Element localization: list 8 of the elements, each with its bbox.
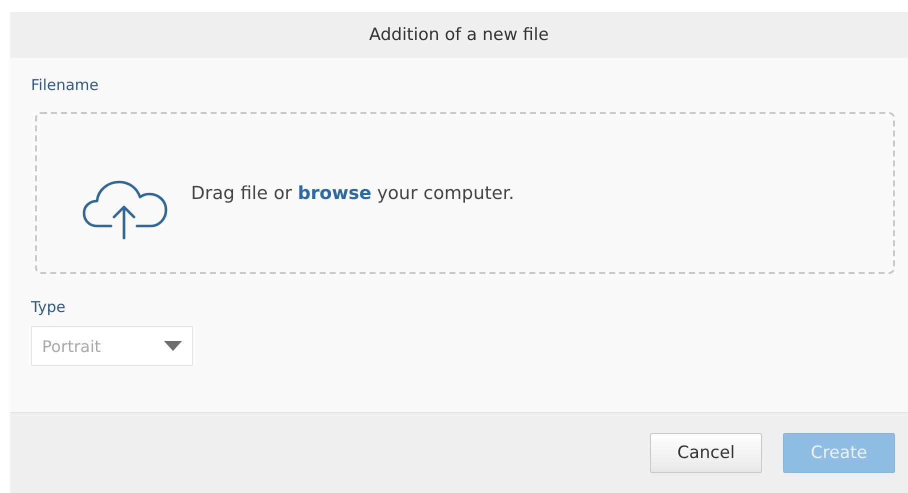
field-label: Filename [31,76,99,94]
browse-link[interactable]: browse [298,182,372,204]
field-label: Type [31,298,66,316]
caret-icon [164,341,182,351]
cancel-button[interactable]: Cancel [650,433,762,473]
drop-prompt: Drag file or browse your computer. [191,182,514,204]
drop-zone[interactable]: Drag file or browse your computer. [35,112,895,274]
dialog-title: Addition of a new file [369,25,549,45]
